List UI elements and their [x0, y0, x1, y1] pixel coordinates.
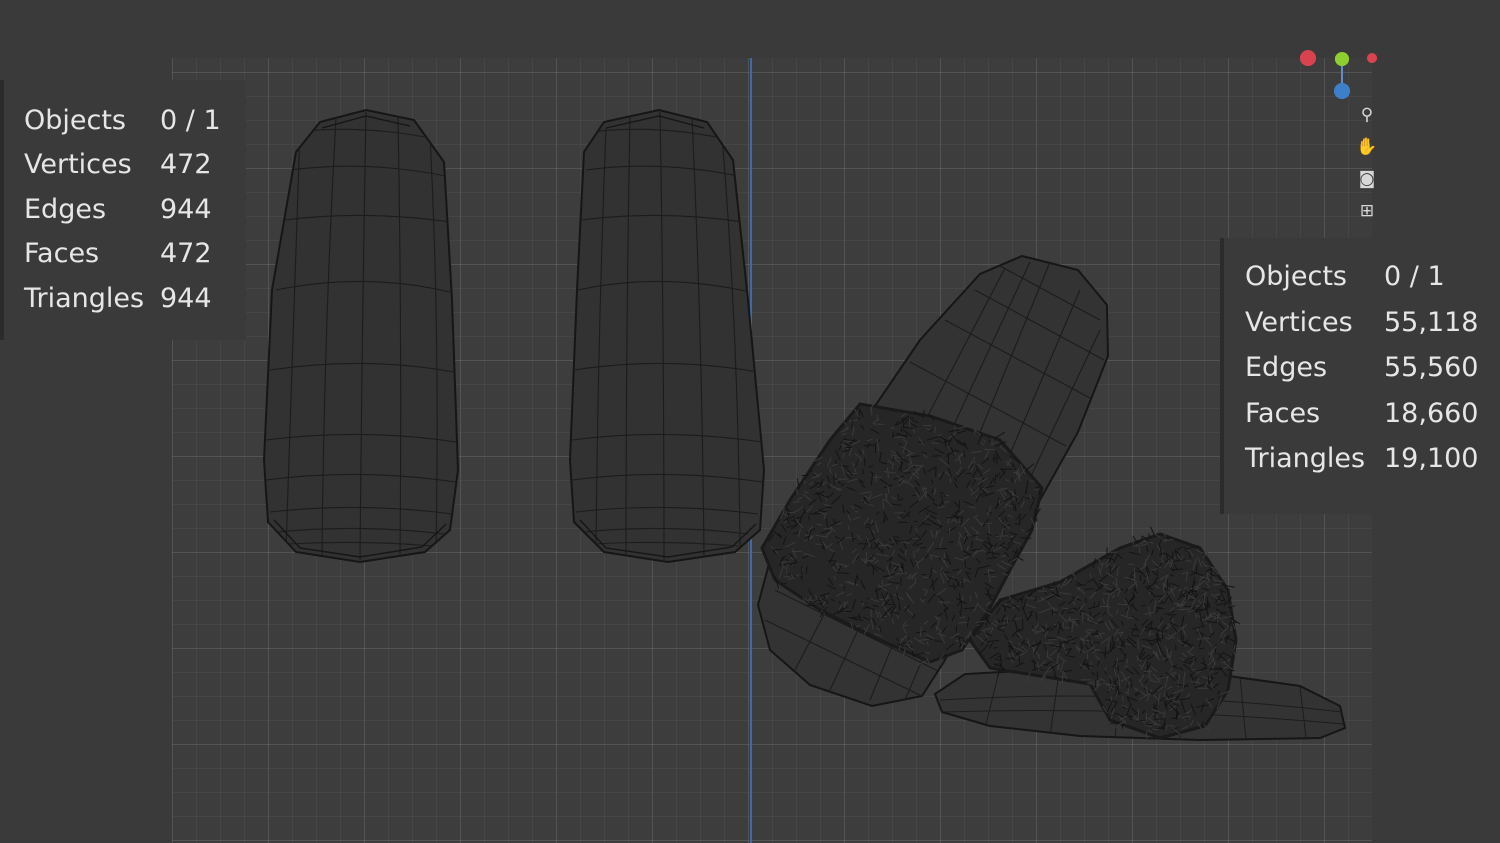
- stat-row-objects: Objects 0 / 1: [24, 98, 246, 143]
- blender-screen: ⚲ ✋ ◙ ⊞ Objects 0 / 1 Vertices 472 Edges…: [0, 0, 1500, 843]
- stat-label: Vertices: [24, 149, 132, 181]
- stat-value: 18,660: [1384, 397, 1479, 429]
- stat-label: Triangles: [24, 282, 145, 314]
- stat-value: 944: [160, 282, 212, 314]
- zoom-icon[interactable]: ⚲: [1356, 104, 1378, 126]
- statistics-overlay-left: Objects 0 / 1 Vertices 472 Edges 944 Fac…: [0, 80, 246, 340]
- stat-value: 55,118: [1384, 306, 1479, 338]
- pan-hand-icon[interactable]: ✋: [1356, 136, 1378, 158]
- stat-row-triangles: Triangles 19,100: [1245, 436, 1500, 482]
- statistics-overlay-right: Objects 0 / 1 Vertices 55,118 Edges 55,5…: [1220, 238, 1500, 514]
- stat-value: 55,560: [1384, 352, 1479, 384]
- stat-value: 0 / 1: [1384, 261, 1445, 293]
- stat-value: 944: [160, 193, 212, 225]
- stat-row-edges: Edges 944: [24, 187, 246, 232]
- stat-label: Objects: [24, 104, 127, 136]
- stat-row-faces: Faces 18,660: [1245, 391, 1500, 437]
- stat-row-vertices: Vertices 55,118: [1245, 300, 1500, 346]
- camera-icon[interactable]: ◙: [1356, 168, 1378, 190]
- stat-value: 0 / 1: [160, 104, 221, 136]
- slipper-front-right[interactable]: [568, 108, 766, 564]
- slipper-front-left[interactable]: [262, 108, 460, 564]
- stat-label: Faces: [24, 238, 100, 270]
- stat-label: Triangles: [1245, 443, 1366, 475]
- top-bar: [0, 0, 1500, 55]
- grid-icon[interactable]: ⊞: [1356, 200, 1378, 222]
- stat-label: Objects: [1245, 261, 1348, 293]
- stat-row-edges: Edges 55,560: [1245, 345, 1500, 391]
- stat-row-vertices: Vertices 472: [24, 143, 246, 188]
- stat-label: Faces: [1245, 397, 1321, 429]
- stat-value: 472: [160, 149, 212, 181]
- stat-value: 472: [160, 238, 212, 270]
- stat-label: Edges: [24, 193, 107, 225]
- gizmo-overlay: [1300, 50, 1377, 99]
- stat-row-triangles: Triangles 944: [24, 276, 246, 321]
- stat-row-faces: Faces 472: [24, 232, 246, 277]
- stat-row-objects: Objects 0 / 1: [1245, 254, 1500, 300]
- stat-label: Edges: [1245, 352, 1328, 384]
- stat-value: 19,100: [1384, 443, 1479, 475]
- stat-label: Vertices: [1245, 306, 1353, 338]
